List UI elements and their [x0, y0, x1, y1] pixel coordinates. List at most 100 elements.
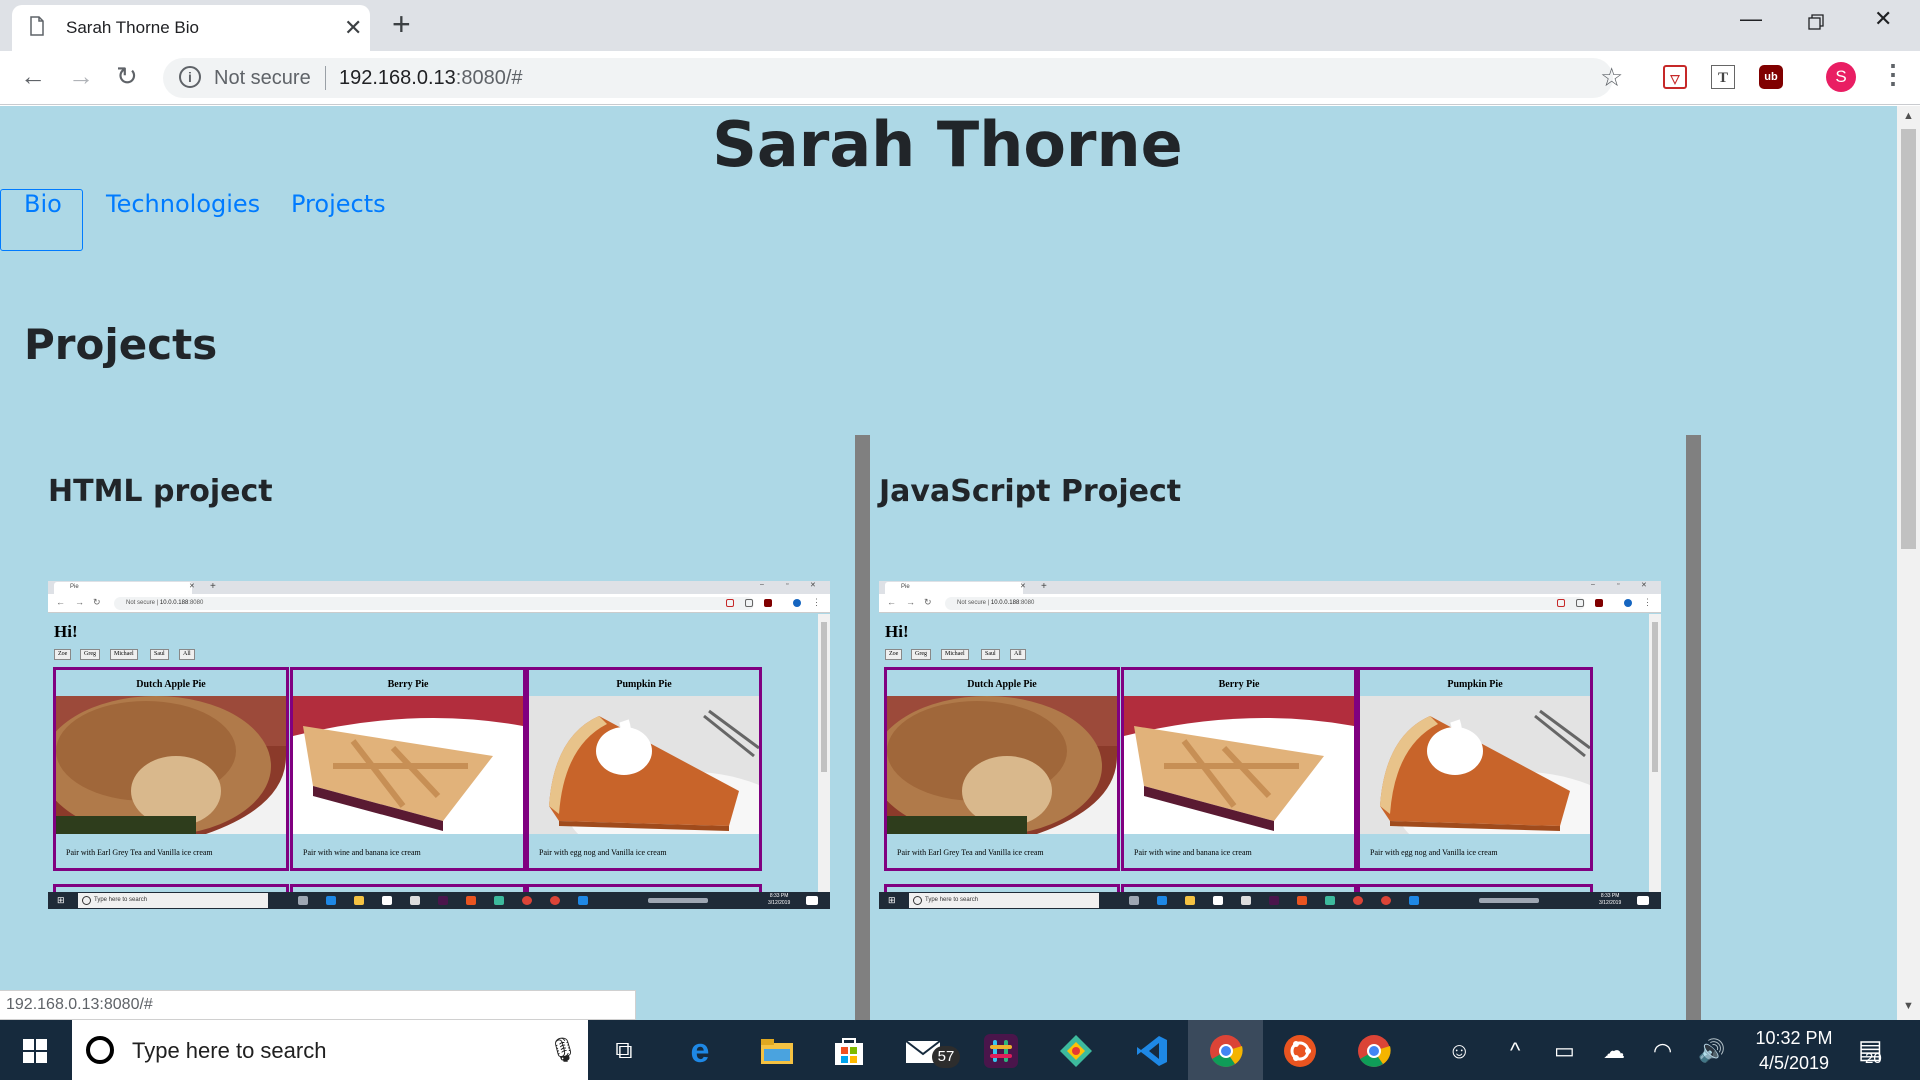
- chrome-icon[interactable]: [1206, 1031, 1246, 1071]
- mini-scrollbar: [1649, 614, 1661, 892]
- file-explorer-icon[interactable]: [757, 1031, 797, 1071]
- scroll-down-arrow-icon[interactable]: ▼: [1903, 1000, 1914, 1012]
- chrome-icon[interactable]: [1354, 1031, 1394, 1071]
- mini-scrollbar: [818, 614, 830, 892]
- page-icon: [30, 16, 44, 36]
- windows-start-icon[interactable]: [23, 1039, 47, 1063]
- mini-taskview-icon: [1129, 896, 1139, 905]
- bookmark-star-icon[interactable]: ☆: [1600, 62, 1623, 93]
- project-screenshot-html[interactable]: Pie ✕ + – ▫ ✕ ← → ↻ Not secure | 10.0.0.…: [48, 581, 830, 909]
- show-hidden-icons-chevron-icon[interactable]: ^: [1510, 1038, 1520, 1064]
- close-window-icon[interactable]: ✕: [1874, 6, 1892, 32]
- mini-card-title: Berry Pie: [387, 679, 429, 690]
- info-icon[interactable]: i: [179, 66, 201, 88]
- mini-reload-icon: ↻: [924, 597, 932, 607]
- mini-vscode-icon: [1409, 896, 1419, 905]
- mini-action-center-icon: [806, 896, 818, 905]
- onedrive-cloud-icon[interactable]: ☁: [1603, 1038, 1625, 1064]
- mini-address-bar: Not secure | 10.0.0.188:8080: [114, 597, 754, 610]
- slack-icon[interactable]: [981, 1031, 1021, 1071]
- wifi-icon[interactable]: ◠: [1653, 1038, 1672, 1064]
- menu-kebab-icon[interactable]: ⋮: [1880, 59, 1906, 90]
- mini-url-port: :8080: [1019, 600, 1035, 606]
- mini-card-title: Pumpkin Pie: [616, 679, 672, 690]
- mini-page: Hi! Zoe Greg Michael Saul All Dutch Appl…: [879, 614, 1649, 894]
- edge-browser-icon[interactable]: e: [680, 1031, 720, 1071]
- mini-filter-button: All: [179, 649, 195, 660]
- page-scrollbar[interactable]: ▲ ▼: [1897, 106, 1920, 1020]
- mini-search-text: Type here to search: [925, 897, 979, 903]
- mini-pocket-icon: [1557, 599, 1565, 607]
- tab-close-icon[interactable]: ✕: [344, 15, 362, 41]
- mini-scrollbar-thumb: [821, 622, 827, 772]
- url-text[interactable]: 192.168.0.13:8080/#: [339, 67, 523, 90]
- mini-filter-button: Zoe: [54, 649, 72, 660]
- translate-extension-icon[interactable]: T: [1711, 65, 1735, 89]
- notification-count: 20: [1865, 1050, 1882, 1067]
- mini-minimize-icon: –: [760, 581, 764, 588]
- mini-edge-icon: [326, 896, 336, 905]
- cortana-icon[interactable]: [86, 1036, 114, 1064]
- ubuntu-icon[interactable]: [1280, 1031, 1320, 1071]
- taskbar-clock[interactable]: 10:32 PM 4/5/2019: [1751, 1026, 1837, 1076]
- taskbar-search-box[interactable]: Type here to search 🎙: [72, 1020, 588, 1080]
- mini-mail-icon: [410, 896, 420, 905]
- restore-icon[interactable]: [1808, 14, 1824, 30]
- people-icon[interactable]: ☺: [1448, 1038, 1470, 1064]
- mini-tray-icons: [1479, 898, 1539, 903]
- mini-store-icon: [1213, 896, 1223, 905]
- forward-icon[interactable]: →: [68, 61, 94, 92]
- nav-link-bio[interactable]: Bio: [24, 190, 62, 218]
- browser-tab[interactable]: Sarah Thorne Bio ✕: [12, 5, 370, 51]
- new-tab-button[interactable]: +: [392, 6, 411, 43]
- task-view-icon[interactable]: ⧉: [604, 1031, 644, 1071]
- mini-start-icon: ⊞: [888, 895, 896, 905]
- mini-ublock-icon: [764, 599, 772, 607]
- mini-pie-card: Berry Pie Pair with wine and banana ice …: [1121, 667, 1357, 871]
- mini-toolbar: ← → ↻ Not secure | 10.0.0.188:8080 ⋮: [879, 594, 1661, 613]
- mini-slack-icon: [1269, 896, 1279, 905]
- reload-icon[interactable]: ↻: [116, 61, 138, 92]
- mini-back-icon: ←: [887, 597, 896, 607]
- mini-page: Hi! Zoe Greg Michael Saul All Dutch Appl…: [48, 614, 818, 894]
- mini-explorer-icon: [1185, 896, 1195, 905]
- mini-gitkraken-icon: [494, 896, 504, 905]
- mini-new-tab-icon: +: [210, 581, 216, 592]
- nav-link-projects[interactable]: Projects: [291, 190, 386, 218]
- scroll-up-arrow-icon[interactable]: ▲: [1903, 110, 1914, 122]
- scrollbar-thumb[interactable]: [1901, 129, 1916, 549]
- mini-pie-card: Dutch Apple Pie Pair with Earl Grey Tea …: [53, 667, 289, 871]
- mini-pie-card: Berry Pie Pair with wine and banana ice …: [290, 667, 526, 871]
- project-title-javascript: JavaScript Project: [879, 474, 1182, 509]
- section-title: Projects: [24, 320, 218, 369]
- microphone-icon[interactable]: 🎙: [548, 1036, 578, 1065]
- project-screenshot-javascript[interactable]: Pie ✕ + – ▫ ✕ ← → ↻ Not secure | 10.0.0.…: [879, 581, 1661, 909]
- browser-tab-strip: Sarah Thorne Bio ✕ + — ✕: [0, 0, 1920, 51]
- volume-icon[interactable]: 🔊: [1698, 1038, 1725, 1064]
- address-bar[interactable]: i Not secure 192.168.0.13:8080/# ☆: [163, 58, 1623, 98]
- mini-taskbar: ⊞ Type here to search 8:33 PM 3/12/2019: [48, 892, 830, 909]
- mini-filter-button: Saul: [150, 649, 169, 660]
- mini-tab-close-icon: ✕: [189, 583, 195, 590]
- berry-pie-image: [1124, 696, 1354, 834]
- profile-avatar[interactable]: S: [1826, 62, 1856, 92]
- nav-link-technologies[interactable]: Technologies: [106, 190, 260, 218]
- mini-new-tab-icon: +: [1041, 581, 1047, 592]
- pocket-extension-icon[interactable]: ▽: [1663, 65, 1687, 89]
- ublock-extension-icon[interactable]: ub: [1759, 65, 1783, 89]
- mini-avatar: [793, 599, 801, 607]
- page-title: Sarah Thorne: [712, 108, 1183, 181]
- mini-kebab-icon: ⋮: [1643, 597, 1652, 607]
- gitkraken-icon[interactable]: [1056, 1031, 1096, 1071]
- back-icon[interactable]: ←: [20, 61, 46, 92]
- mini-tab-title: Pie: [70, 584, 79, 590]
- column-divider: [1686, 435, 1701, 1020]
- store-icon[interactable]: [829, 1031, 869, 1071]
- vscode-icon[interactable]: [1132, 1031, 1172, 1071]
- mail-count-badge: 57: [932, 1046, 960, 1068]
- mini-card-title: Dutch Apple Pie: [967, 679, 1037, 690]
- mini-filter-button: Michael: [941, 649, 969, 660]
- pumpkin-pie-image: [529, 696, 759, 834]
- minimize-icon[interactable]: —: [1740, 6, 1762, 32]
- battery-icon[interactable]: ▭: [1554, 1038, 1575, 1064]
